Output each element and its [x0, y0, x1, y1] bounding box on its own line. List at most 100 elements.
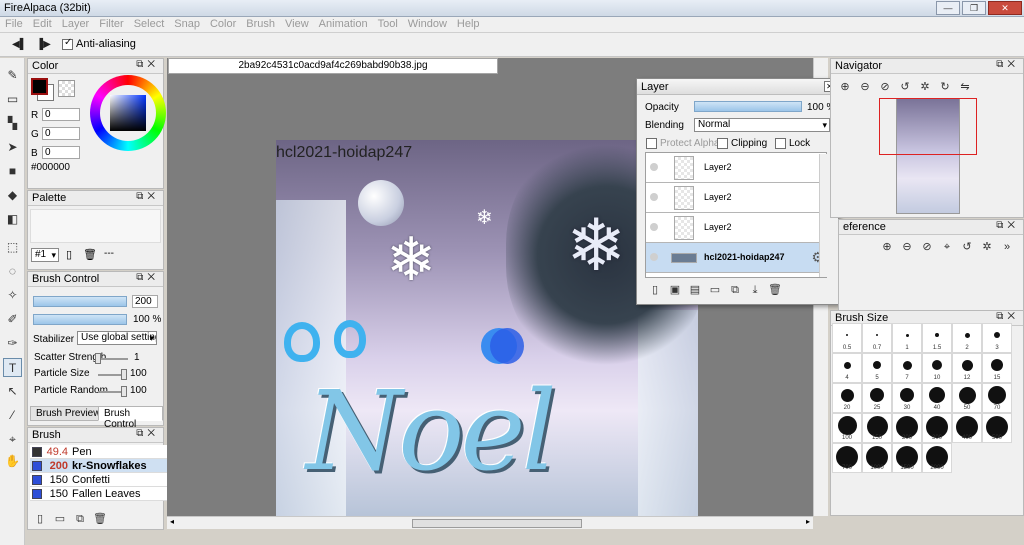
panel-controls-icon[interactable]: ⧉✕	[136, 428, 159, 439]
close-button[interactable]: ✕	[988, 1, 1022, 15]
brush-size-preset[interactable]: 400	[952, 413, 982, 443]
brush-size-preset[interactable]: 300	[922, 413, 952, 443]
select-tool-icon[interactable]: ⬚	[3, 238, 22, 257]
palette-swatches[interactable]	[30, 209, 161, 243]
prev-frame-icon[interactable]: ◀▌	[12, 39, 27, 50]
visibility-icon[interactable]	[650, 253, 658, 261]
menu-view[interactable]: View	[280, 17, 314, 30]
brush-size-preset[interactable]: 1000	[862, 443, 892, 473]
particle-size-knob[interactable]	[121, 369, 127, 380]
brush-size-preset[interactable]: 15	[982, 353, 1012, 383]
foreground-color-swatch[interactable]	[31, 78, 48, 95]
hand-tool-icon[interactable]: ✋	[3, 452, 22, 471]
canvas-image[interactable]: ❄ ❄ ❄ hcl2021-hoidap247 Noel	[276, 140, 698, 516]
delete-brush-icon[interactable]: 🗑	[90, 512, 110, 525]
stabilizer-select[interactable]: Use global setting	[77, 331, 157, 345]
brush-size-preset[interactable]: 0.5	[832, 323, 862, 353]
new-1bit-layer-icon[interactable]: ▤	[685, 283, 705, 296]
brush-size-preset[interactable]: 100	[832, 413, 862, 443]
brush-tool-icon[interactable]: ✎	[3, 66, 22, 85]
merge-down-icon[interactable]: ⤓	[745, 284, 765, 297]
menu-filter[interactable]: Filter	[94, 17, 128, 30]
particle-random-knob[interactable]	[121, 386, 127, 397]
panel-controls-icon[interactable]: ⧉✕	[996, 59, 1019, 70]
duplicate-icon[interactable]: ⧉	[70, 513, 90, 526]
visibility-icon[interactable]	[650, 193, 658, 201]
move-tool-icon[interactable]: ➤	[3, 138, 22, 157]
menu-help[interactable]: Help	[452, 17, 485, 30]
palette-selector[interactable]: #1	[31, 248, 59, 262]
next-frame-icon[interactable]: ▐▶	[36, 39, 51, 50]
zoom-in-icon[interactable]: ⊕	[835, 80, 855, 93]
menu-animation[interactable]: Animation	[314, 17, 373, 30]
operation-tool-icon[interactable]: ↖	[3, 382, 22, 401]
lock-checkbox[interactable]	[775, 138, 786, 149]
visibility-icon[interactable]	[650, 163, 658, 171]
r-input[interactable]	[42, 108, 80, 121]
text-tool-icon[interactable]: T	[3, 358, 22, 377]
menu-window[interactable]: Window	[403, 17, 452, 30]
lasso-tool-icon[interactable]: ◌	[3, 262, 22, 281]
restore-button[interactable]: ❐	[962, 1, 986, 15]
select-eraser-tool-icon[interactable]: ✑	[3, 334, 22, 353]
layer-row-selected[interactable]: hcl2021-hoidap247 ⚙	[646, 243, 826, 273]
menu-file[interactable]: File	[0, 17, 28, 30]
menu-layer[interactable]: Layer	[57, 17, 95, 30]
g-input[interactable]	[42, 127, 80, 140]
panel-controls-icon[interactable]: ⧉✕	[996, 220, 1019, 231]
b-input[interactable]	[42, 146, 80, 159]
document-tab[interactable]: 2ba92c4531c0acd9af4c269babd90b38.jpg	[168, 58, 498, 74]
flip-icon[interactable]: ⇋	[955, 80, 975, 93]
rotate-left-icon[interactable]: ↺	[895, 80, 915, 93]
brush-size-preset[interactable]: 0.7	[862, 323, 892, 353]
blending-select[interactable]: Normal	[694, 118, 830, 132]
tab-brush-control[interactable]: Brush Control	[98, 406, 163, 430]
layer-row[interactable]: Layer2	[646, 153, 826, 183]
brush-size-preset[interactable]: 70	[982, 383, 1012, 413]
brush-size-preset[interactable]: 5	[862, 353, 892, 383]
menu-tool[interactable]: Tool	[373, 17, 403, 30]
rotate-left-icon[interactable]: ↺	[957, 240, 977, 253]
gradient-tool-icon[interactable]: ◧	[3, 210, 22, 229]
new-8bit-layer-icon[interactable]: ▣	[665, 283, 685, 296]
layer-list-scrollbar[interactable]	[819, 154, 830, 277]
bucket-tool-icon[interactable]: ◆	[3, 186, 22, 205]
scatter-knob[interactable]	[95, 353, 101, 364]
magic-wand-tool-icon[interactable]: ✧	[3, 286, 22, 305]
scroll-left-icon[interactable]: ◂	[170, 517, 174, 526]
transparent-color-swatch[interactable]	[58, 80, 75, 97]
horizontal-scroll-thumb[interactable]	[412, 519, 582, 528]
brush-size-preset[interactable]: 4	[832, 353, 862, 383]
panel-controls-icon[interactable]: ⧉✕	[136, 191, 159, 202]
zoom-reset-icon[interactable]: ⊘	[875, 80, 895, 93]
brush-item-fallen-leaves[interactable]: 150 Fallen Leaves	[30, 487, 175, 501]
dot-tool-icon[interactable]: ▚	[3, 114, 22, 133]
panel-controls-icon[interactable]: ⧉✕	[136, 272, 159, 283]
zoom-out-icon[interactable]: ⊖	[855, 80, 875, 93]
zoom-reset-icon[interactable]: ⊘	[917, 240, 937, 253]
brush-size-preset[interactable]: 20	[832, 383, 862, 413]
menu-color[interactable]: Color	[205, 17, 241, 30]
brush-size-value[interactable]: 200	[132, 295, 158, 308]
antialias-checkbox[interactable]	[62, 37, 73, 50]
navigator-viewport-rect[interactable]	[879, 98, 977, 155]
visibility-icon[interactable]	[650, 223, 658, 231]
rotate-reset-icon[interactable]: ✲	[915, 80, 935, 93]
menu-brush[interactable]: Brush	[241, 17, 280, 30]
brush-size-preset[interactable]: 500	[982, 413, 1012, 443]
menu-snap[interactable]: Snap	[169, 17, 205, 30]
new-layer-icon[interactable]: ▯	[645, 283, 665, 296]
brush-size-preset[interactable]: 1500	[892, 443, 922, 473]
zoom-in-icon[interactable]: ⊕	[877, 240, 897, 253]
layer-row[interactable]: Layer2	[646, 213, 826, 243]
brush-opacity-slider[interactable]	[33, 314, 127, 325]
brush-size-preset[interactable]: 700	[832, 443, 862, 473]
menu-edit[interactable]: Edit	[28, 17, 57, 30]
menu-select[interactable]: Select	[129, 17, 170, 30]
zoom-out-icon[interactable]: ⊖	[897, 240, 917, 253]
brush-size-slider[interactable]	[33, 296, 127, 307]
panel-controls-icon[interactable]: ⧉✕	[136, 59, 159, 70]
panel-controls-icon[interactable]: ⧉✕	[996, 311, 1019, 322]
duplicate-layer-icon[interactable]: ⧉	[725, 284, 745, 297]
brush-size-preset[interactable]: 2000	[922, 443, 952, 473]
